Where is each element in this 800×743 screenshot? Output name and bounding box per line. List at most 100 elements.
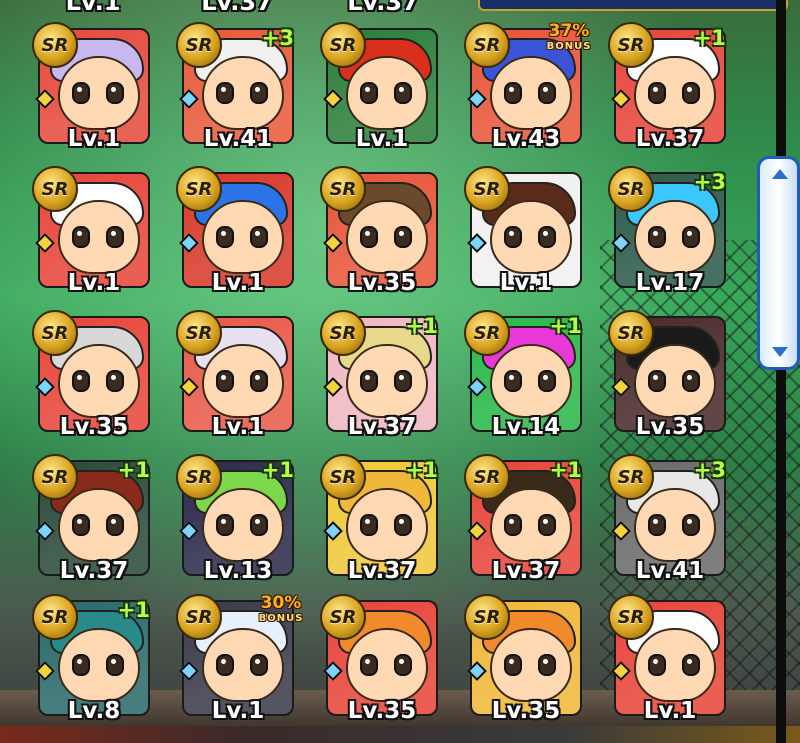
eye-shape — [360, 370, 378, 392]
sr-rarity-badge-icon: SR — [176, 594, 222, 640]
character-card[interactable]: SR Lv.35 — [320, 594, 442, 724]
eye-shape — [250, 514, 268, 536]
eye-shape — [216, 82, 234, 104]
character-card[interactable]: SR Lv.35 — [32, 310, 154, 440]
eye-shape — [648, 654, 666, 676]
eye-shape — [394, 654, 412, 676]
sr-rarity-badge-icon: SR — [176, 22, 222, 68]
character-card[interactable]: SR +1 Lv.37 — [320, 454, 442, 584]
character-card[interactable]: SR +1 Lv.37 — [32, 454, 154, 584]
character-card[interactable]: SR +1 Lv.13 — [176, 454, 298, 584]
top-level-label: Lv.37 — [201, 0, 273, 16]
face-shape — [490, 628, 572, 702]
card-level-label: Lv.1 — [499, 270, 553, 296]
face-shape — [202, 344, 284, 418]
plus-count-badge: +1 — [693, 26, 726, 50]
scrollbar-thumb[interactable] — [757, 156, 800, 370]
eye-shape — [106, 654, 124, 676]
eye-shape — [72, 370, 90, 392]
bonus-percent: 37% — [548, 21, 590, 41]
eye-shape — [72, 226, 90, 248]
face-shape — [490, 344, 572, 418]
eye-shape — [648, 370, 666, 392]
scroll-up-arrow-icon — [772, 169, 788, 179]
face-shape — [202, 56, 284, 130]
eye-shape — [360, 82, 378, 104]
card-level-label: Lv.13 — [203, 558, 273, 584]
sr-rarity-badge-icon: SR — [608, 454, 654, 500]
eye-shape — [106, 370, 124, 392]
previous-row-levels: Lv.1 Lv.37 Lv.37 — [0, 0, 788, 16]
character-card[interactable]: SR +3 Lv.41 — [176, 22, 298, 152]
face-shape — [490, 56, 572, 130]
character-card[interactable]: SR +3 Lv.17 — [608, 166, 730, 296]
character-card[interactable]: SR +1 Lv.37 — [608, 22, 730, 152]
character-card[interactable]: SR Lv.1 — [608, 594, 730, 724]
card-level-label: Lv.35 — [635, 414, 705, 440]
card-level-label: Lv.1 — [643, 698, 697, 724]
character-card[interactable]: SR +1 Lv.8 — [32, 594, 154, 724]
eye-shape — [216, 514, 234, 536]
eye-shape — [538, 514, 556, 536]
eye-shape — [682, 514, 700, 536]
face-shape — [634, 488, 716, 562]
face-shape — [634, 200, 716, 274]
eye-shape — [360, 654, 378, 676]
eye-shape — [360, 514, 378, 536]
character-card[interactable]: SR 37% BONUS Lv.43 — [464, 22, 590, 152]
face-shape — [202, 200, 284, 274]
plus-count-badge: +1 — [405, 458, 438, 482]
top-level-label: Lv.1 — [65, 0, 121, 16]
eye-shape — [538, 370, 556, 392]
character-card[interactable]: SR Lv.35 — [320, 166, 442, 296]
character-card[interactable]: SR +1 Lv.37 — [464, 454, 586, 584]
character-card[interactable]: SR Lv.1 — [464, 166, 586, 296]
character-card[interactable]: SR Lv.1 — [32, 166, 154, 296]
character-card[interactable]: SR Lv.1 — [32, 22, 154, 152]
eye-shape — [106, 82, 124, 104]
plus-count-badge: +1 — [261, 458, 294, 482]
sr-rarity-badge-icon: SR — [320, 454, 366, 500]
scroll-down-arrow-icon — [772, 347, 788, 357]
eye-shape — [394, 82, 412, 104]
face-shape — [346, 56, 428, 130]
card-level-label: Lv.1 — [211, 270, 265, 296]
character-card[interactable]: SR +1 Lv.37 — [320, 310, 442, 440]
sr-rarity-badge-icon: SR — [608, 594, 654, 640]
eye-shape — [106, 226, 124, 248]
face-shape — [634, 628, 716, 702]
face-shape — [346, 488, 428, 562]
card-level-label: Lv.37 — [491, 558, 561, 584]
sr-rarity-badge-icon: SR — [464, 166, 510, 212]
plus-count-badge: +1 — [117, 598, 150, 622]
sr-rarity-badge-icon: SR — [176, 310, 222, 356]
face-shape — [202, 488, 284, 562]
character-card[interactable]: SR Lv.1 — [176, 310, 298, 440]
character-card[interactable]: SR Lv.1 — [320, 22, 442, 152]
character-card[interactable]: SR Lv.35 — [608, 310, 730, 440]
card-level-label: Lv.1 — [67, 126, 121, 152]
character-card[interactable]: SR Lv.1 — [176, 166, 298, 296]
card-level-label: Lv.37 — [347, 414, 417, 440]
character-card[interactable]: SR +1 Lv.14 — [464, 310, 586, 440]
eye-shape — [648, 82, 666, 104]
sr-rarity-badge-icon: SR — [320, 594, 366, 640]
card-level-label: Lv.37 — [347, 558, 417, 584]
eye-shape — [250, 654, 268, 676]
face-shape — [346, 628, 428, 702]
face-shape — [346, 344, 428, 418]
sr-rarity-badge-icon: SR — [32, 166, 78, 212]
face-shape — [202, 628, 284, 702]
sr-rarity-badge-icon: SR — [176, 166, 222, 212]
scrollbar-track[interactable] — [776, 0, 786, 743]
character-card[interactable]: SR +3 Lv.41 — [608, 454, 730, 584]
sr-rarity-badge-icon: SR — [464, 454, 510, 500]
eye-shape — [394, 514, 412, 536]
sr-rarity-badge-icon: SR — [32, 310, 78, 356]
character-card[interactable]: SR 30% BONUS Lv.1 — [176, 594, 302, 724]
sr-rarity-badge-icon: SR — [32, 454, 78, 500]
face-shape — [490, 200, 572, 274]
sr-rarity-badge-icon: SR — [320, 166, 366, 212]
character-card[interactable]: SR Lv.35 — [464, 594, 586, 724]
sr-rarity-badge-icon: SR — [464, 594, 510, 640]
